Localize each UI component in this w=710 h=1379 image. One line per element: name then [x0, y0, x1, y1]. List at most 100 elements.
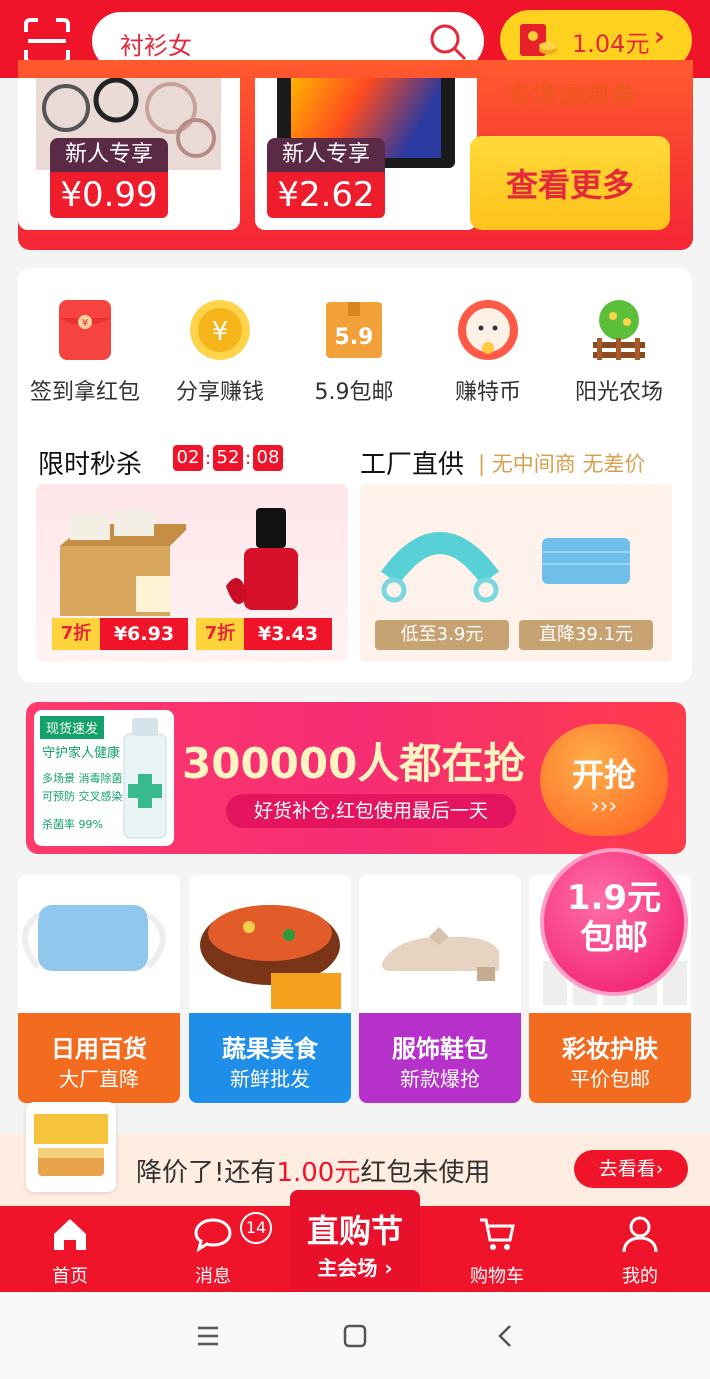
banner-line: 杀菌率 99%	[42, 818, 103, 831]
free-shipping-badge[interactable]: 1.9元 包邮	[540, 848, 688, 996]
grab-now-button[interactable]: 开抢 ›››	[540, 724, 668, 836]
chevron-right-icon: ›	[654, 22, 665, 52]
search-icon[interactable]	[428, 22, 468, 62]
factory-subtitle: | 无中间商 无差价	[478, 452, 646, 476]
promo-banner[interactable]: 现货速发 守护家人健康 多场景 消毒除菌 可预防 交叉感染 杀菌率 99% 30…	[26, 702, 686, 854]
promo-price: ¥0.99	[50, 172, 168, 218]
category-tile-apparel[interactable]: 服饰鞋包 新款爆抢	[359, 875, 521, 1103]
center-tab-subtitle: 主会场 ›	[317, 1256, 393, 1280]
category-subtitle: 新鲜批发	[230, 1067, 310, 1091]
tab-cart[interactable]: 购物车	[447, 1206, 547, 1292]
factory-chip: 直降39.1元	[519, 620, 653, 650]
category-subtitle: 新款爆抢	[400, 1067, 480, 1091]
deal-price: ¥6.93	[100, 618, 188, 650]
tissue-box-image	[60, 510, 186, 616]
chat-bubble-icon	[194, 1218, 232, 1253]
scan-icon[interactable]	[22, 16, 72, 66]
notice-amount: 1.00元	[276, 1158, 361, 1188]
coupon-reminder-text: 降价了!还有1.00元红包未使用	[136, 1152, 490, 1189]
promo-item[interactable]: 新人专享 ¥0.99	[18, 78, 240, 230]
discount-tag: 7折	[196, 618, 244, 650]
tab-main-venue[interactable]: 直购节 主会场 ›	[290, 1190, 420, 1294]
timer-hours: 02	[173, 445, 203, 471]
grab-now-label: 开抢	[571, 756, 636, 794]
newbie-tag: 新人专享	[267, 138, 385, 172]
category-tile-daily[interactable]: 日用百货 大厂直降	[18, 875, 180, 1103]
tab-label: 购物车	[470, 1266, 524, 1287]
triple-chevron-icon: ›››	[590, 794, 618, 819]
view-more-button[interactable]: 查看更多	[470, 136, 670, 230]
flash-sale-title: 限时秒杀	[38, 450, 143, 480]
lucky-cat-icon	[458, 300, 518, 360]
quick-entry-label: 赚特币	[454, 380, 521, 405]
notice-suffix: 红包未使用	[360, 1158, 491, 1188]
view-more-label: 查看更多	[505, 166, 634, 204]
farm-tree-icon	[593, 300, 645, 360]
disinfectant-ad: 现货速发 守护家人健康 多场景 消毒除菌 可预防 交叉感染 杀菌率 99%	[34, 710, 174, 846]
quick-entry-checkin[interactable]: ¥ 签到拿红包	[20, 298, 150, 408]
tab-label: 首页	[52, 1266, 88, 1287]
banner-line: 可预防 交叉感染	[42, 790, 123, 803]
menu-icon[interactable]	[188, 1316, 228, 1356]
promo-item[interactable]: 新人专享 ¥2.62	[255, 78, 477, 230]
timer-minutes: 52	[213, 445, 243, 471]
wallet-amount: 1.04元	[572, 30, 650, 58]
badge-price: 1.9元	[566, 878, 662, 918]
tab-label: 消息	[195, 1266, 231, 1287]
search-query: 衬衫女	[120, 32, 192, 60]
banner-line: 多场景 消毒除菌	[42, 772, 123, 785]
nail-polish-image	[226, 508, 298, 610]
tab-me[interactable]: 我的	[590, 1206, 690, 1292]
mask-image	[22, 905, 166, 971]
promo-price: ¥2.62	[267, 172, 385, 218]
countdown-timer: 02 : 52 : 08	[173, 445, 283, 471]
svg-text:¥: ¥	[82, 318, 88, 329]
user-icon	[622, 1216, 658, 1253]
tab-label: 我的	[622, 1266, 658, 1287]
shortcut-card: ¥ 签到拿红包 ¥ 分享赚钱 5.9 5.9包邮 赚特币 阳光农场 限时秒杀 0…	[18, 268, 692, 682]
home-icon	[54, 1219, 86, 1250]
back-icon[interactable]	[486, 1316, 526, 1356]
svg-text:¥: ¥	[212, 317, 229, 347]
coupon-panel: 专场通用券 查看更多	[470, 60, 676, 232]
home-square-icon[interactable]	[335, 1316, 375, 1356]
message-count-badge: 14	[240, 1212, 272, 1244]
quick-entry-label: 5.9包邮	[314, 380, 394, 405]
quick-entry-59[interactable]: 5.9 5.9包邮	[289, 298, 419, 408]
quick-entry-farm[interactable]: 阳光农场	[554, 298, 684, 408]
go-see-button[interactable]: 去看看›	[574, 1150, 688, 1188]
face-mask-image	[542, 538, 630, 584]
badge-label: 包邮	[580, 918, 648, 958]
box-59-icon: 5.9	[326, 302, 382, 358]
discount-tag: 7折	[52, 618, 100, 650]
banner-subline: 好货补仓,红包使用最后一天	[226, 794, 516, 828]
category-title: 蔬果美食	[222, 1035, 318, 1063]
quick-entry-coin[interactable]: 赚特币	[423, 298, 553, 408]
factory-chip: 低至3.9元	[375, 620, 509, 650]
timer-seconds: 08	[253, 445, 283, 471]
notice-prefix: 降价了!还有	[136, 1158, 277, 1188]
banner-tag: 现货速发	[40, 716, 105, 739]
coupon-text: 专场通用券	[506, 82, 637, 112]
category-title: 日用百货	[51, 1035, 147, 1063]
quick-entry-share[interactable]: ¥ 分享赚钱	[155, 298, 285, 408]
quick-entry-label: 签到拿红包	[29, 380, 140, 405]
yen-coin-icon: ¥	[190, 300, 250, 360]
red-envelope-icon: ¥	[59, 300, 111, 360]
cake-thumbnail[interactable]	[26, 1102, 116, 1192]
svg-text:5.9: 5.9	[335, 325, 374, 350]
category-title: 服饰鞋包	[392, 1035, 488, 1063]
center-tab-title: 直购节	[306, 1212, 403, 1250]
spray-can-image	[123, 718, 167, 839]
factory-direct-panel[interactable]: 低至3.9元 直降39.1元	[360, 484, 672, 662]
system-nav-bar	[0, 1292, 710, 1379]
banner-line: 守护家人健康	[42, 746, 121, 761]
category-title: 彩妆护肤	[562, 1035, 658, 1063]
red-packet-icon	[520, 24, 557, 56]
deal-price: ¥3.43	[244, 618, 332, 650]
tab-home[interactable]: 首页	[20, 1206, 120, 1292]
quick-entry-label: 分享赚钱	[175, 380, 264, 405]
scrubber-image	[381, 532, 499, 603]
flash-sale-panel[interactable]: 7折 ¥6.93 7折 ¥3.43	[36, 484, 348, 662]
category-tile-food[interactable]: 蔬果美食 新鲜批发	[189, 875, 351, 1103]
